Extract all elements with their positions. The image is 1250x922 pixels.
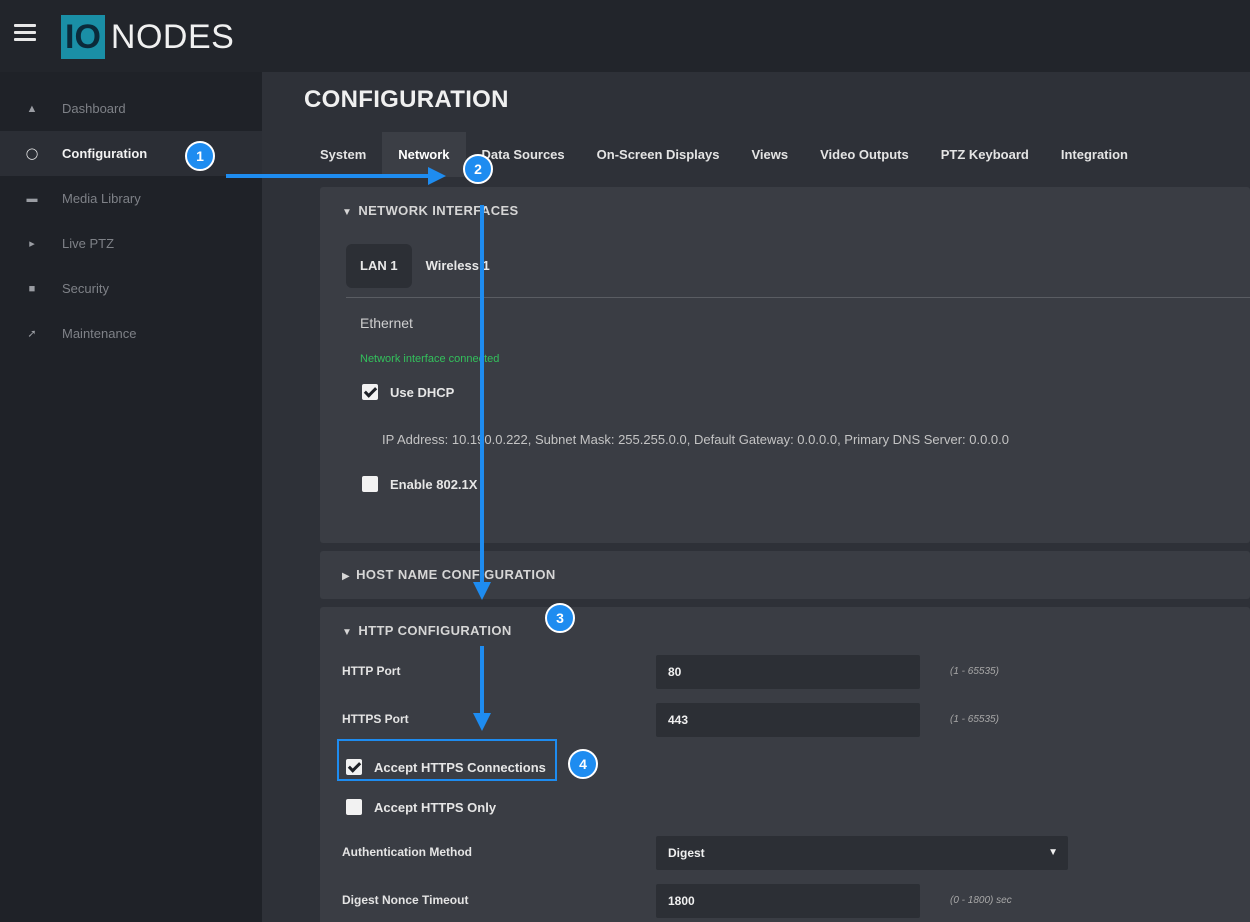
host-name-panel: ▶ HOST NAME CONFIGURATION xyxy=(320,551,1250,599)
sidebar-item-label: Security xyxy=(62,281,109,296)
nonce-timeout-hint: (0 - 1800) sec xyxy=(950,895,1012,906)
sidebar-item-label: Configuration xyxy=(62,146,148,161)
tab-views[interactable]: Views xyxy=(735,132,804,177)
nonce-timeout-label: Digest Nonce Timeout xyxy=(342,893,469,907)
sidebar-item-maintenance[interactable]: ➚ Maintenance xyxy=(0,311,262,356)
panel-title: HTTP CONFIGURATION xyxy=(358,623,512,638)
auth-method-label: Authentication Method xyxy=(342,845,472,859)
highlight-box xyxy=(337,739,557,781)
tab-ptz-keyboard[interactable]: PTZ Keyboard xyxy=(925,132,1045,177)
enable-8021x-checkbox-row[interactable]: Enable 802.1X xyxy=(362,476,477,492)
accept-https-only-label: Accept HTTPS Only xyxy=(374,799,497,815)
use-dhcp-checkbox-row[interactable]: Use DHCP xyxy=(362,384,454,400)
camera-icon: ▸ xyxy=(29,238,35,250)
home-icon: ▲ xyxy=(26,102,38,115)
accept-https-only-checkbox[interactable] xyxy=(346,799,362,815)
arrow-down-icon xyxy=(473,713,491,731)
step-2-badge: 2 xyxy=(463,154,493,184)
top-bar: IO NODES xyxy=(0,0,1250,72)
page-title: CONFIGURATION xyxy=(304,86,509,113)
network-interfaces-header[interactable]: ▼ NETWORK INTERFACES xyxy=(320,187,1250,235)
logo-mark: IO xyxy=(61,15,105,59)
logo-text: NODES xyxy=(110,18,235,56)
enable-8021x-label: Enable 802.1X xyxy=(390,476,478,492)
host-name-header[interactable]: ▶ HOST NAME CONFIGURATION xyxy=(320,551,1250,599)
accept-https-only-checkbox-row[interactable]: Accept HTTPS Only xyxy=(346,799,496,815)
tab-video-outputs[interactable]: Video Outputs xyxy=(804,132,925,177)
chevron-down-icon: ▼ xyxy=(342,627,353,638)
subtab-lan-1[interactable]: LAN 1 xyxy=(346,244,412,288)
arrow-shaft xyxy=(480,205,484,583)
http-configuration-header[interactable]: ▼ HTTP CONFIGURATION xyxy=(320,607,1250,655)
sidebar-item-security[interactable]: ■ Security xyxy=(0,266,262,311)
sidebar-item-media-library[interactable]: ▬ Media Library xyxy=(0,176,262,221)
panel-title: HOST NAME CONFIGURATION xyxy=(356,567,556,582)
sidebar-item-label: Media Library xyxy=(62,191,141,206)
chevron-down-icon: ▼ xyxy=(1048,847,1058,858)
arrow-down-icon xyxy=(473,582,491,600)
sidebar-item-live-ptz[interactable]: ▸ Live PTZ xyxy=(0,221,262,266)
sidebar-item-label: Dashboard xyxy=(62,101,126,116)
tab-integration[interactable]: Integration xyxy=(1045,132,1144,177)
arrow-shaft xyxy=(480,646,484,714)
main-content: CONFIGURATION System Network Data Source… xyxy=(262,72,1250,922)
ip-info-text: IP Address: 10.190.0.222, Subnet Mask: 2… xyxy=(382,432,1010,447)
app-logo: IO NODES xyxy=(61,15,234,59)
sidebar: ▲ Dashboard ◯ Configuration ▬ Media Libr… xyxy=(0,72,262,922)
use-dhcp-label: Use DHCP xyxy=(390,384,455,400)
auth-method-value: Digest xyxy=(668,846,705,860)
nonce-timeout-input[interactable] xyxy=(656,884,920,918)
https-port-label: HTTPS Port xyxy=(342,712,409,726)
sidebar-item-label: Maintenance xyxy=(62,326,137,341)
sidebar-item-configuration[interactable]: ◯ Configuration xyxy=(0,131,262,176)
https-port-input[interactable] xyxy=(656,703,920,737)
connection-status: Network interface connected xyxy=(360,353,500,365)
step-1-badge: 1 xyxy=(185,141,215,171)
gear-icon: ◯ xyxy=(25,148,39,160)
folder-icon: ▬ xyxy=(26,192,38,205)
enable-8021x-checkbox[interactable] xyxy=(362,476,378,492)
network-interfaces-panel: ▼ NETWORK INTERFACES LAN 1 Wireless 1 Eth… xyxy=(320,187,1250,543)
chevron-right-icon: ▶ xyxy=(342,571,351,582)
network-config-content: ▼ NETWORK INTERFACES LAN 1 Wireless 1 Eth… xyxy=(320,187,1250,922)
chevron-down-icon: ▼ xyxy=(342,207,353,218)
http-port-hint: (1 - 65535) xyxy=(950,666,999,677)
sidebar-item-dashboard[interactable]: ▲ Dashboard xyxy=(0,86,262,131)
wrench-icon: ➚ xyxy=(27,328,37,340)
arrow-right-icon xyxy=(428,167,446,185)
interface-type-label: Ethernet xyxy=(360,315,413,331)
use-dhcp-checkbox[interactable] xyxy=(362,384,378,400)
step-3-badge: 3 xyxy=(545,603,575,633)
subtab-wireless-1[interactable]: Wireless 1 xyxy=(412,244,504,288)
panel-title: NETWORK INTERFACES xyxy=(358,203,519,218)
lock-icon: ■ xyxy=(28,282,36,295)
http-port-label: HTTP Port xyxy=(342,664,401,678)
auth-method-select[interactable]: Digest ▼ xyxy=(656,836,1068,870)
step-4-badge: 4 xyxy=(568,749,598,779)
tab-network[interactable]: Network xyxy=(382,132,466,177)
https-port-hint: (1 - 65535) xyxy=(950,714,999,725)
tab-on-screen-displays[interactable]: On-Screen Displays xyxy=(581,132,736,177)
hamburger-menu-icon[interactable] xyxy=(14,24,36,42)
sidebar-item-label: Live PTZ xyxy=(62,236,115,251)
arrow-shaft xyxy=(226,174,431,178)
http-port-input[interactable] xyxy=(656,655,920,689)
tab-system[interactable]: System xyxy=(304,132,382,177)
